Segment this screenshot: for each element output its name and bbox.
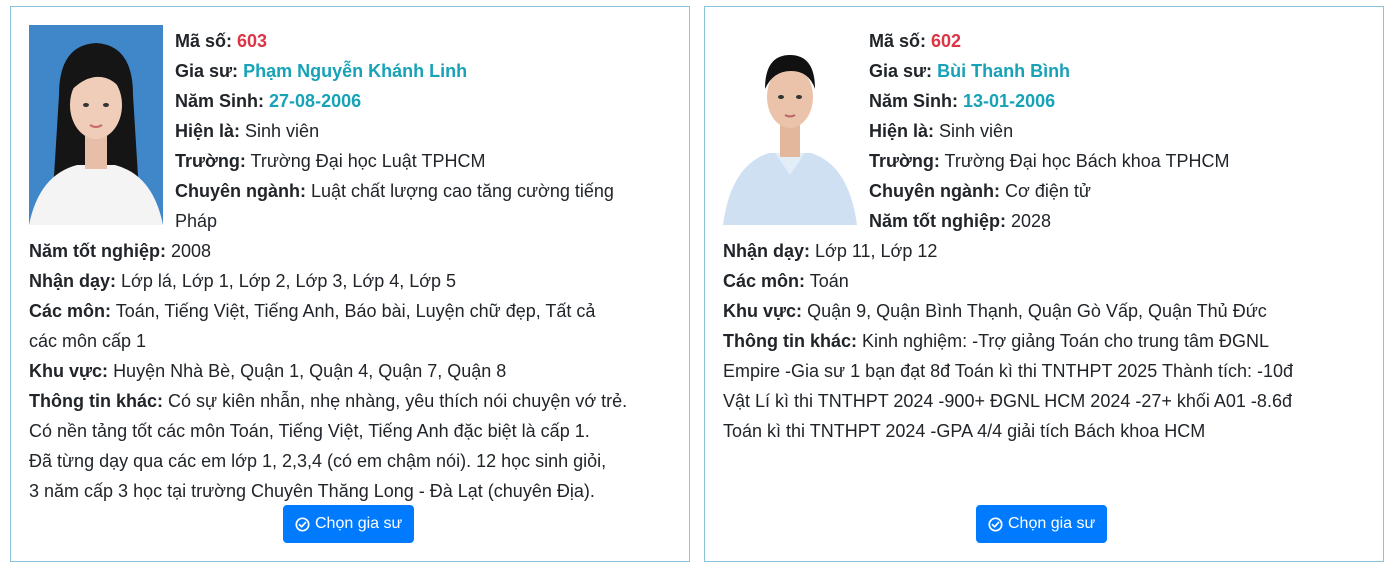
tutor-role: Sinh viên xyxy=(939,121,1014,141)
tutor-other-line-3: Đã từng dạy qua các em lớp 1, 2,3,4 (có … xyxy=(29,451,607,471)
tutor-other-label: Thông tin khác: xyxy=(723,331,857,351)
tutor-school: Trường Đại học Bách khoa TPHCM xyxy=(944,151,1230,171)
tutor-name-label: Gia sư: xyxy=(175,61,239,81)
tutor-subjects-row: Các môn: Toán, Tiếng Việt, Tiếng Anh, Bá… xyxy=(29,296,675,326)
tutor-code-row: Mã số: 602 xyxy=(723,26,1369,56)
tutor-birth: 27-08-2006 xyxy=(269,91,362,111)
tutor-major-row: Chuyên ngành: Luật chất lượng cao tăng c… xyxy=(29,176,675,206)
tutor-major-continued: Pháp xyxy=(175,211,218,231)
tutor-school-label: Trường: xyxy=(175,151,246,171)
tutor-teach-row: Nhận dạy: Lớp 11, Lớp 12 xyxy=(723,236,1369,266)
tutor-area: Quận 9, Quận Bình Thạnh, Quận Gò Vấp, Qu… xyxy=(807,301,1267,321)
tutor-role-label: Hiện là: xyxy=(869,121,935,141)
tutor-area: Huyện Nhà Bè, Quận 1, Quận 4, Quận 7, Qu… xyxy=(113,361,507,381)
tutor-code-row: Mã số: 603 xyxy=(29,26,675,56)
tutor-birth-row: Năm Sinh: 27-08-2006 xyxy=(29,86,675,116)
tutor-role-row: Hiện là: Sinh viên xyxy=(29,116,675,146)
tutor-name: Bùi Thanh Bình xyxy=(937,61,1071,81)
tutor-grad: 2028 xyxy=(1011,211,1052,231)
tutor-grad-row: Năm tốt nghiệp: 2028 xyxy=(723,206,1369,236)
tutor-other: Kinh nghiệm: -Trợ giảng Toán cho trung t… xyxy=(862,331,1270,351)
tutor-area-label: Khu vực: xyxy=(723,301,803,321)
tutor-grad: 2008 xyxy=(171,241,212,261)
tutor-teach: Lớp lá, Lớp 1, Lớp 2, Lớp 3, Lớp 4, Lớp … xyxy=(121,271,457,291)
tutor-subjects: Toán, Tiếng Việt, Tiếng Anh, Báo bài, Lu… xyxy=(115,301,596,321)
tutor-other: Có sự kiên nhẫn, nhẹ nhàng, yêu thích nó… xyxy=(168,391,628,411)
tutor-major: Cơ điện tử xyxy=(1005,181,1091,201)
tutor-school-row: Trường: Trường Đại học Bách khoa TPHCM xyxy=(723,146,1369,176)
tutor-birth: 13-01-2006 xyxy=(963,91,1056,111)
tutor-role-row: Hiện là: Sinh viên xyxy=(723,116,1369,146)
tutor-teach-row: Nhận dạy: Lớp lá, Lớp 1, Lớp 2, Lớp 3, L… xyxy=(29,266,675,296)
tutor-major-label: Chuyên ngành: xyxy=(175,181,306,201)
tutor-other-line-3: Vật Lí kì thi TNTHPT 2024 -900+ ĐGNL HCM… xyxy=(723,391,1292,411)
tutor-school-row: Trường: Trường Đại học Luật TPHCM xyxy=(29,146,675,176)
tutor-area-label: Khu vực: xyxy=(29,361,109,381)
tutor-card: Mã số: 603 Gia sư: Phạm Nguyễn Khánh Lin… xyxy=(10,6,690,562)
tutor-other-line-2: Empire -Gia sư 1 bạn đạt 8đ Toán kì thi … xyxy=(723,361,1294,381)
tutor-teach-label: Nhận dạy: xyxy=(29,271,117,291)
tutor-other-row: Thông tin khác: Kinh nghiệm: -Trợ giảng … xyxy=(723,326,1369,356)
select-tutor-button[interactable]: Chọn gia sư xyxy=(976,505,1108,543)
tutor-area-row: Khu vực: Quận 9, Quận Bình Thạnh, Quận G… xyxy=(723,296,1369,326)
tutor-subjects-label: Các môn: xyxy=(723,271,806,291)
tutor-role: Sinh viên xyxy=(245,121,320,141)
select-tutor-button[interactable]: Chọn gia sư xyxy=(283,505,415,543)
tutor-other-line-2: Có nền tảng tốt các môn Toán, Tiếng Việt… xyxy=(29,421,590,441)
select-tutor-button-label: Chọn gia sư xyxy=(315,515,403,532)
tutor-other-label: Thông tin khác: xyxy=(29,391,163,411)
check-circle-icon xyxy=(988,516,1003,532)
tutor-major-row: Chuyên ngành: Cơ điện tử xyxy=(723,176,1369,206)
tutor-subjects-continued: các môn cấp 1 xyxy=(29,331,147,351)
tutor-area-row: Khu vực: Huyện Nhà Bè, Quận 1, Quận 4, Q… xyxy=(29,356,675,386)
tutor-birth-row: Năm Sinh: 13-01-2006 xyxy=(723,86,1369,116)
tutor-code-label: Mã số: xyxy=(869,31,927,51)
tutor-grad-label: Năm tốt nghiệp: xyxy=(29,241,166,261)
tutor-school: Trường Đại học Luật TPHCM xyxy=(250,151,486,171)
tutor-birth-label: Năm Sinh: xyxy=(869,91,959,111)
tutor-grad-row: Năm tốt nghiệp: 2008 xyxy=(29,236,675,266)
tutor-name-row: Gia sư: Phạm Nguyễn Khánh Linh xyxy=(29,56,675,86)
select-tutor-button-label: Chọn gia sư xyxy=(1008,515,1096,532)
tutor-school-label: Trường: xyxy=(869,151,940,171)
tutor-teach: Lớp 11, Lớp 12 xyxy=(815,241,938,261)
check-circle-icon xyxy=(295,516,310,532)
tutor-code-label: Mã số: xyxy=(175,31,233,51)
tutor-other-line-4: 3 năm cấp 3 học tại trường Chuyên Thăng … xyxy=(29,481,595,501)
tutor-subjects-row: Các môn: Toán xyxy=(723,266,1369,296)
tutor-major: Luật chất lượng cao tăng cường tiếng xyxy=(311,181,614,201)
tutor-grad-label: Năm tốt nghiệp: xyxy=(869,211,1006,231)
tutor-name-label: Gia sư: xyxy=(869,61,933,81)
tutor-major-label: Chuyên ngành: xyxy=(869,181,1000,201)
tutor-other-line-4: Toán kì thi TNTHPT 2024 -GPA 4/4 giải tí… xyxy=(723,421,1206,441)
tutor-code: 602 xyxy=(931,31,962,51)
tutor-subjects-label: Các môn: xyxy=(29,301,112,321)
tutor-subjects: Toán xyxy=(809,271,849,291)
tutor-name-row: Gia sư: Bùi Thanh Bình xyxy=(723,56,1369,86)
tutor-other-row: Thông tin khác: Có sự kiên nhẫn, nhẹ nhà… xyxy=(29,386,675,416)
tutor-code: 603 xyxy=(237,31,268,51)
tutor-role-label: Hiện là: xyxy=(175,121,241,141)
tutor-name: Phạm Nguyễn Khánh Linh xyxy=(243,61,468,81)
tutor-birth-label: Năm Sinh: xyxy=(175,91,265,111)
tutor-teach-label: Nhận dạy: xyxy=(723,241,811,261)
tutor-card: Mã số: 602 Gia sư: Bùi Thanh Bình Năm Si… xyxy=(704,6,1384,562)
